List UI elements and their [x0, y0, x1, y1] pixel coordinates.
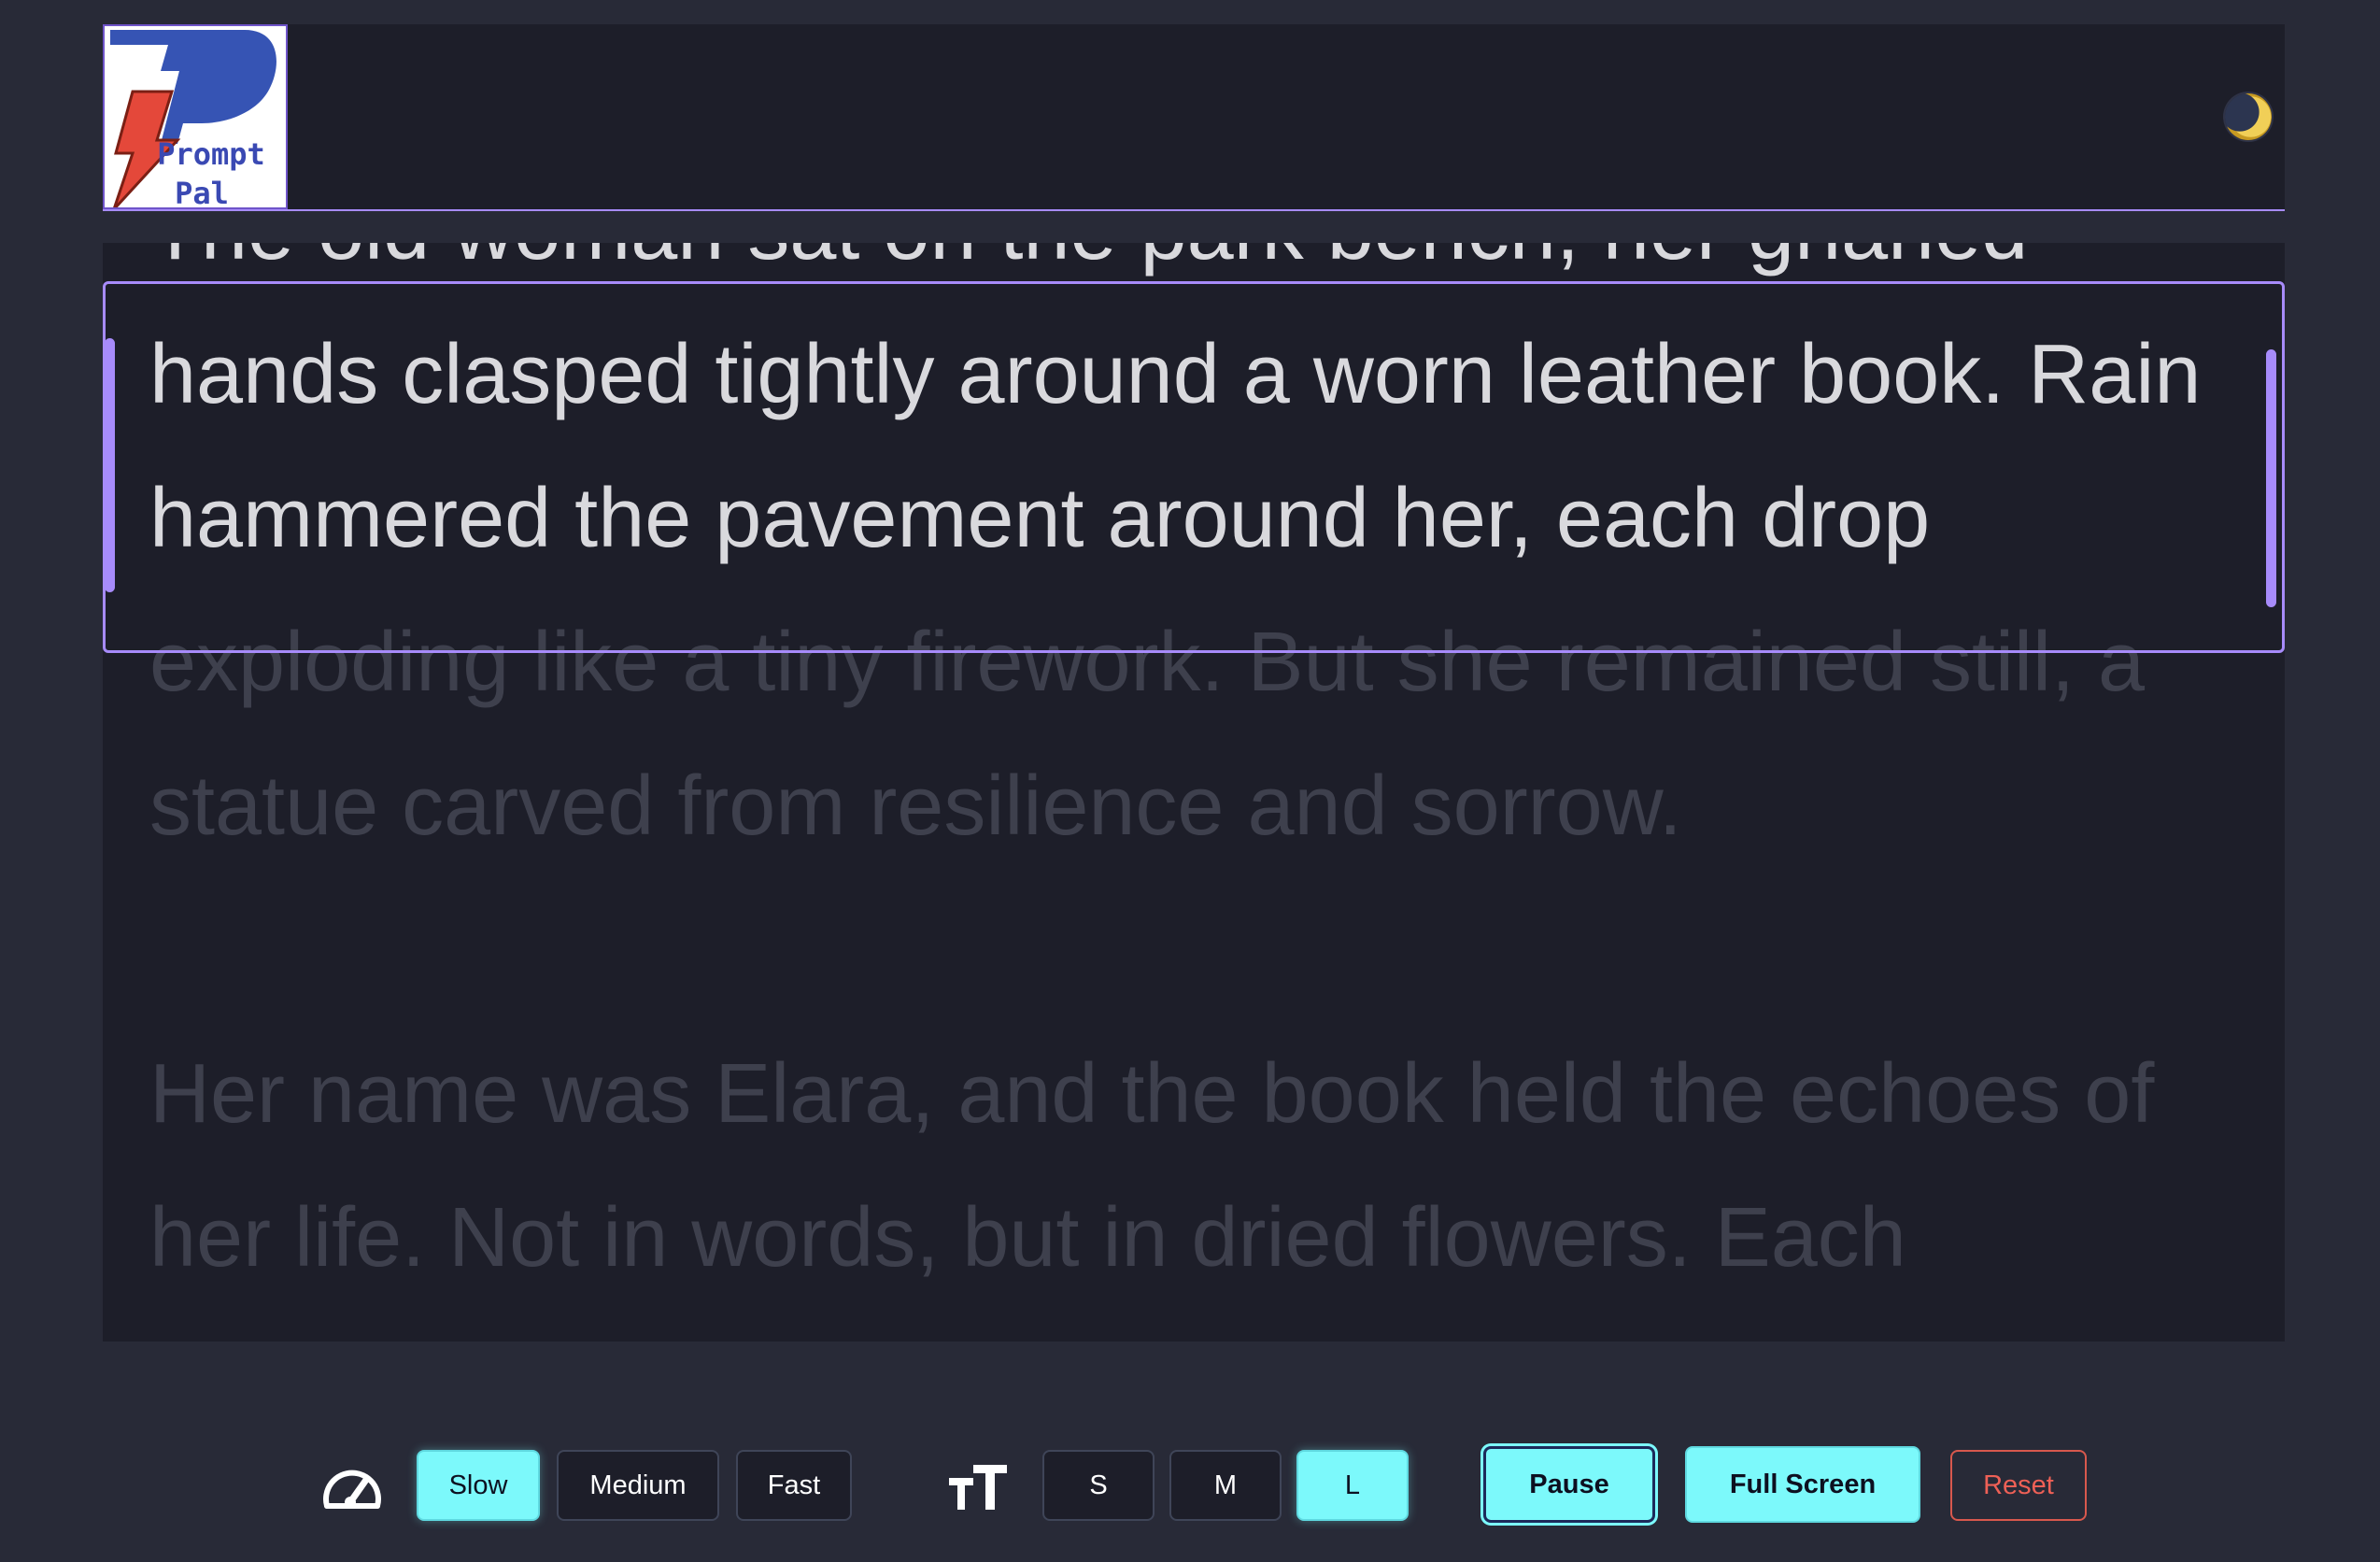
theme-toggle-moon-icon[interactable] [2225, 93, 2272, 140]
control-bar: Slow Medium Fast S M L Pause Full Screen… [0, 1431, 2380, 1534]
speed-slow-button[interactable]: Slow [417, 1450, 540, 1521]
script-line: statue carved from resilience and sorrow… [149, 760, 1682, 853]
script-line: exploding like a tiny firework. But she … [149, 616, 2146, 709]
script-line: her life. Not in words, but in dried flo… [149, 1191, 1906, 1285]
focus-band-left-handle[interactable] [105, 338, 115, 592]
speedometer-icon [323, 1470, 381, 1509]
pause-button[interactable]: Pause [1483, 1446, 1655, 1523]
logo-text-prompt: Prompt [157, 136, 265, 172]
speed-fast-button[interactable]: Fast [736, 1450, 852, 1521]
prompt-pal-logo[interactable]: Prompt Pal [103, 24, 288, 209]
script-line: The old woman sat on the park bench, her… [149, 243, 2260, 303]
text-size-large-button[interactable]: L [1296, 1450, 1409, 1521]
app-header: Prompt Pal [103, 24, 2285, 211]
speed-medium-button[interactable]: Medium [557, 1450, 719, 1521]
text-size-icon [949, 1465, 1007, 1510]
teleprompter-reader[interactable]: The old woman sat on the park bench, her… [103, 243, 2285, 1342]
logo-text-pal: Pal [175, 176, 229, 209]
script-text: The old woman sat on the park bench, her… [149, 243, 2260, 1342]
script-line: hands clasped tightly around a worn leat… [149, 328, 2202, 421]
script-line: pressed petal marked a moment she refuse… [149, 1310, 2260, 1342]
script-line: hammered the pavement around her, each d… [149, 472, 1931, 565]
full-screen-button[interactable]: Full Screen [1685, 1446, 1920, 1523]
text-size-small-button[interactable]: S [1042, 1450, 1155, 1521]
focus-band-right-handle[interactable] [2266, 349, 2276, 607]
reset-button[interactable]: Reset [1950, 1450, 2087, 1521]
script-line: Her name was Elara, and the book held th… [149, 1047, 2155, 1141]
text-size-medium-button[interactable]: M [1169, 1450, 1282, 1521]
